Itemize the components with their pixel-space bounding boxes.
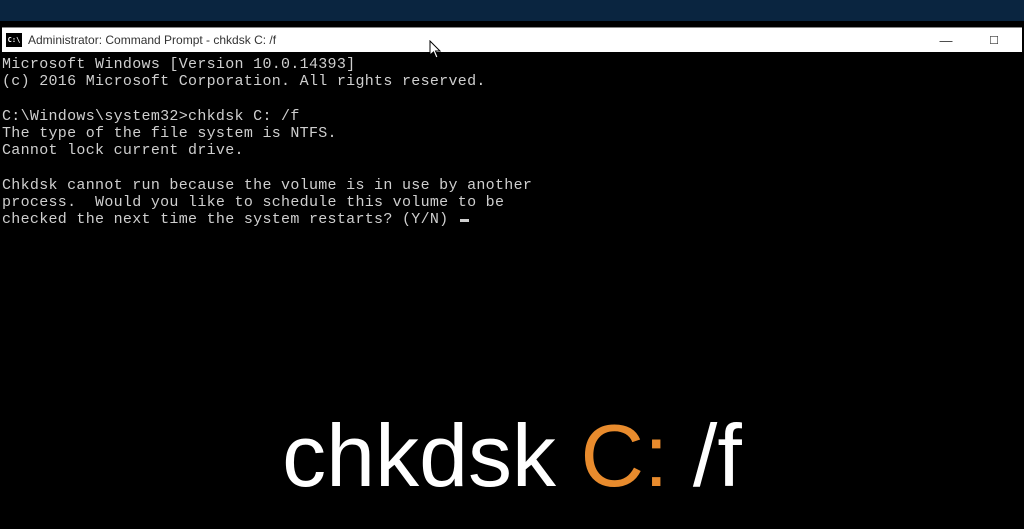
- maximize-button[interactable]: ☐: [980, 28, 1008, 52]
- terminal-line: process. Would you like to schedule this…: [2, 194, 504, 211]
- command-prompt-window: C:\ Administrator: Command Prompt - chkd…: [2, 27, 1022, 529]
- terminal-line: C:\Windows\system32>chkdsk C: /f: [2, 108, 300, 125]
- cmd-icon: C:\: [6, 33, 22, 47]
- titlebar[interactable]: C:\ Administrator: Command Prompt - chkd…: [2, 28, 1022, 52]
- minimize-button[interactable]: —: [932, 28, 960, 52]
- terminal-line: Cannot lock current drive.: [2, 142, 244, 159]
- terminal-line: checked the next time the system restart…: [2, 211, 458, 228]
- terminal-cursor: [460, 219, 469, 222]
- terminal-line: Chkdsk cannot run because the volume is …: [2, 177, 532, 194]
- terminal-line: (c) 2016 Microsoft Corporation. All righ…: [2, 73, 486, 90]
- terminal-line: The type of the file system is NTFS.: [2, 125, 337, 142]
- terminal-output[interactable]: Microsoft Windows [Version 10.0.14393] (…: [2, 52, 1022, 529]
- terminal-line: Microsoft Windows [Version 10.0.14393]: [2, 56, 355, 73]
- window-controls: — ☐: [932, 28, 1008, 52]
- titlebar-text: Administrator: Command Prompt - chkdsk C…: [28, 33, 932, 47]
